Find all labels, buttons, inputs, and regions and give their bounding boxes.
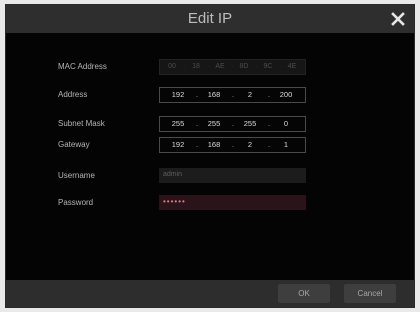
ok-button[interactable]: OK <box>278 284 330 303</box>
mac-address-row: MAC Address 00 · 18 · AE · 8D · 9C · 4E <box>6 59 414 75</box>
username-label: Username <box>58 171 95 180</box>
dialog-title: Edit IP <box>187 10 233 27</box>
ip-octet[interactable]: 200 <box>272 88 300 102</box>
dialog-footer: OK Cancel <box>6 280 414 307</box>
ip-octet[interactable]: 255 <box>236 117 264 131</box>
password-row: Password •••••• <box>6 195 414 211</box>
cancel-button[interactable]: Cancel <box>344 284 396 303</box>
subnet-mask-row: Subnet Mask 255 . 255 . 255 . 0 <box>6 116 414 132</box>
subnet-mask-input[interactable]: 255 . 255 . 255 . 0 <box>159 116 306 132</box>
edit-ip-dialog: Edit IP MAC Address 00 · 18 · AE · 8D · … <box>5 4 415 308</box>
username-input[interactable]: admin <box>159 168 306 183</box>
mac-segment: 9C <box>263 63 273 70</box>
ip-octet[interactable]: 2 <box>236 88 264 102</box>
close-icon[interactable] <box>388 9 408 29</box>
mac-segment: AE <box>215 63 225 70</box>
ip-octet[interactable]: 255 <box>200 117 228 131</box>
ip-octet[interactable]: 1 <box>272 138 300 152</box>
ip-octet[interactable]: 192 <box>164 138 192 152</box>
ip-octet[interactable]: 255 <box>164 117 192 131</box>
mac-address-label: MAC Address <box>58 62 107 71</box>
ip-octet[interactable]: 168 <box>200 138 228 152</box>
ip-octet[interactable]: 192 <box>164 88 192 102</box>
ip-octet[interactable]: 0 <box>272 117 300 131</box>
address-row: Address 192 . 168 . 2 . 200 <box>6 87 414 103</box>
ip-octet[interactable]: 2 <box>236 138 264 152</box>
mac-segment: 8D <box>239 63 249 70</box>
dialog-titlebar: Edit IP <box>6 5 414 33</box>
ip-octet[interactable]: 168 <box>200 88 228 102</box>
mac-address-field: 00 · 18 · AE · 8D · 9C · 4E <box>159 59 306 75</box>
password-input[interactable]: •••••• <box>159 195 306 210</box>
password-label: Password <box>58 198 94 207</box>
address-label: Address <box>58 90 88 99</box>
gateway-row: Gateway 192 . 168 . 2 . 1 <box>6 137 414 153</box>
mac-segment: 00 <box>168 63 176 70</box>
mac-segment: 4E <box>287 63 297 70</box>
gateway-input[interactable]: 192 . 168 . 2 . 1 <box>159 137 306 153</box>
mac-segment: 18 <box>192 63 200 70</box>
subnet-mask-label: Subnet Mask <box>58 119 105 128</box>
address-input[interactable]: 192 . 168 . 2 . 200 <box>159 87 306 103</box>
username-row: Username admin <box>6 168 414 184</box>
gateway-label: Gateway <box>58 140 90 149</box>
